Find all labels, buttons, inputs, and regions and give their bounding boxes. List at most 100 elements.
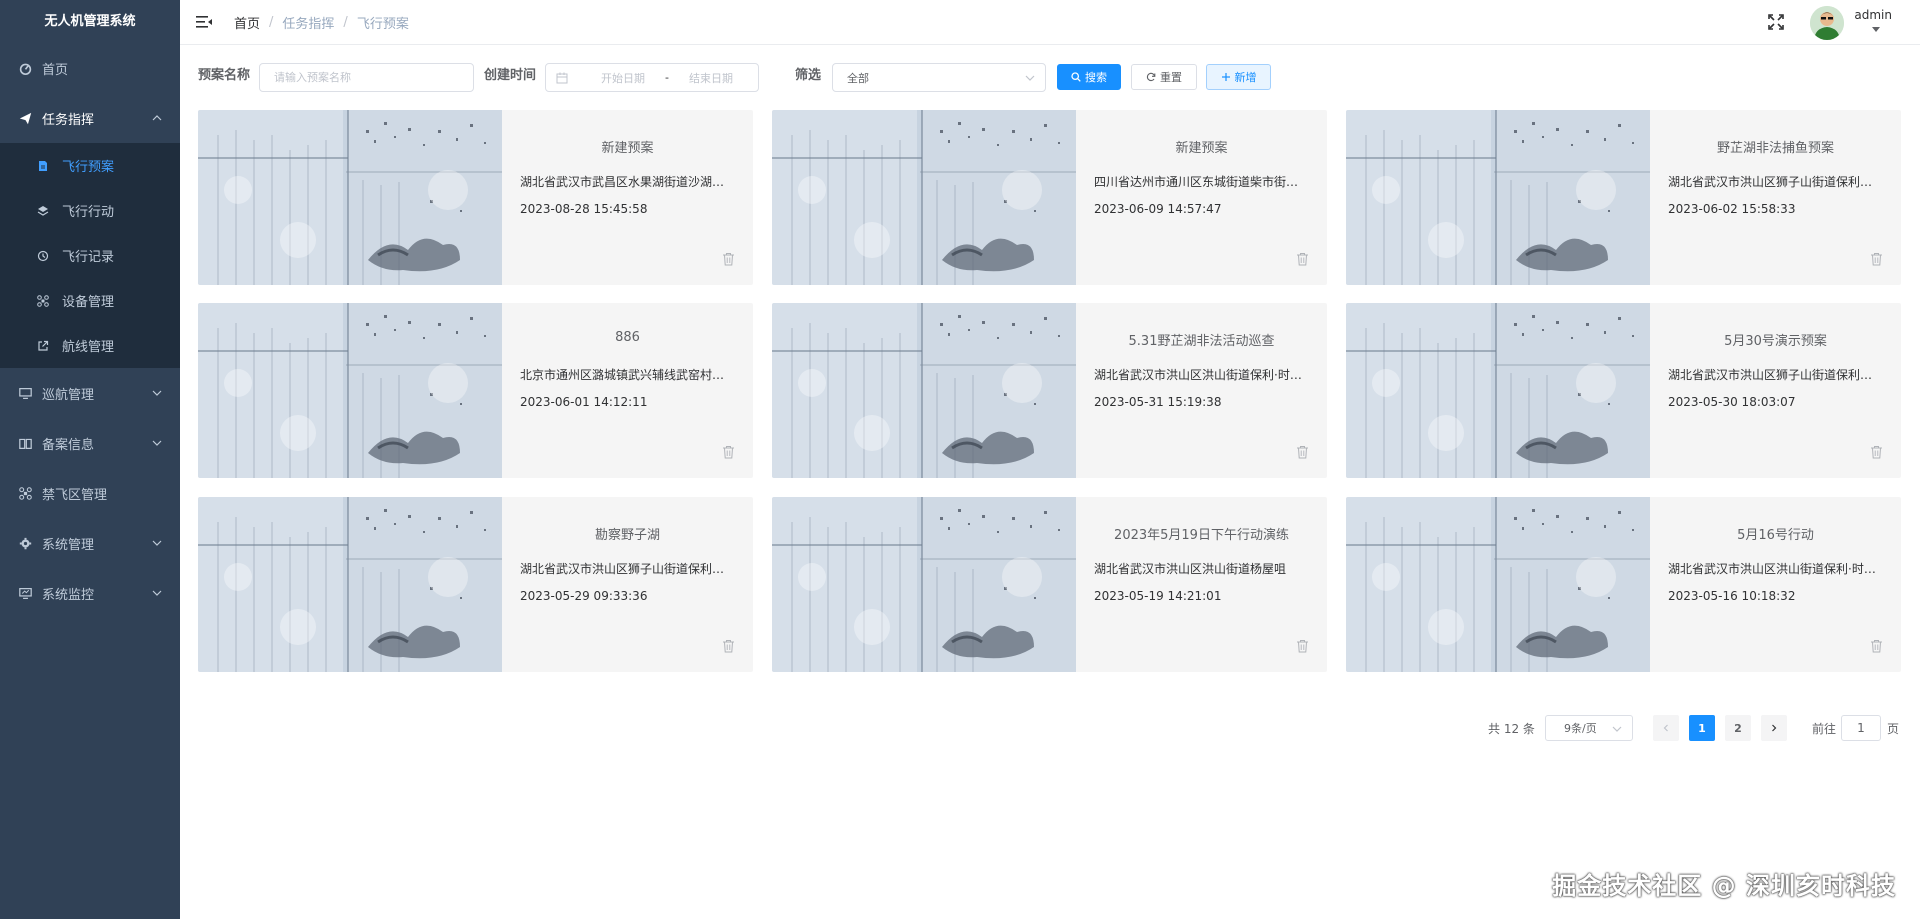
caret-down-icon[interactable]: [1872, 27, 1880, 33]
plan-name-field: [259, 63, 474, 92]
delete-icon[interactable]: [722, 639, 735, 653]
chevron-right-icon: [1772, 724, 1777, 732]
start-date-input[interactable]: 开始日期: [586, 70, 660, 86]
plan-card[interactable]: 野芷湖非法捕鱼预案 湖北省武汉市洪山区狮子山街道保利社区 2023-06-02 15…: [1346, 110, 1901, 285]
plan-card[interactable]: 新建预案 湖北省武汉市武昌区水果湖街道沙湖社区 2023-08-28 15:45:5…: [198, 110, 753, 285]
delete-icon[interactable]: [1296, 445, 1309, 459]
plan-time: 2023-05-30 18:03:07: [1668, 395, 1796, 409]
sidebar-item-home[interactable]: 首页: [0, 43, 180, 93]
sidebar: 无人机管理系统 首页 任务指挥 飞行预案 飞行行动 飞行记录 设备管理 航线管理…: [0, 0, 180, 919]
filter-select[interactable]: 全部: [832, 63, 1046, 92]
sidebar-item-system-management[interactable]: 系统管理: [0, 518, 180, 568]
plan-thumbnail: [772, 497, 1076, 672]
search-button-label: 搜索: [1085, 71, 1107, 84]
plan-thumbnail: [1346, 497, 1650, 672]
breadcrumb: 首页 / 任务指挥 / 飞行预案: [234, 13, 409, 32]
plan-address: 湖北省武汉市武昌区水果湖街道沙湖社区: [520, 175, 735, 189]
delete-icon[interactable]: [722, 445, 735, 459]
plan-time: 2023-05-16 10:18:32: [1668, 589, 1796, 603]
sidebar-item-label: 飞行记录: [62, 250, 115, 265]
plan-name-input[interactable]: [260, 64, 473, 91]
plan-card[interactable]: 新建预案四川省达州市通川区东城街道柴市街社区 2023-06-09 14:57:4…: [772, 110, 1327, 285]
delete-icon[interactable]: [1296, 639, 1309, 653]
sidebar-item-label: 设备管理: [62, 295, 115, 310]
page-suffix: 页: [1887, 721, 1900, 736]
submenu-task-command: 飞行预案 飞行行动 飞行记录 设备管理 航线管理: [0, 143, 180, 368]
dashboard-icon: [18, 61, 32, 75]
sidebar-item-flight-plan[interactable]: 飞行预案: [0, 143, 180, 188]
chevron-down-icon: [152, 590, 162, 596]
delete-icon[interactable]: [1870, 639, 1883, 653]
monitor-icon: [18, 386, 32, 400]
page-button-1[interactable]: 1: [1689, 715, 1715, 741]
jump-page-input[interactable]: 1: [1841, 715, 1881, 741]
filter-label: 筛选: [795, 68, 822, 83]
create-time-label: 创建时间: [484, 68, 537, 83]
chevron-left-icon: [1663, 724, 1668, 732]
date-range-separator: -: [665, 71, 669, 84]
fullscreen-icon[interactable]: [1768, 14, 1784, 30]
plan-thumbnail: [198, 497, 502, 672]
sidebar-item-no-fly-zone[interactable]: 禁飞区管理: [0, 468, 180, 518]
sidebar-item-cruise-management[interactable]: 巡航管理: [0, 368, 180, 418]
refresh-icon: [1146, 72, 1156, 82]
sidebar-item-system-monitor[interactable]: 系统监控: [0, 568, 180, 618]
sidebar-item-label: 禁飞区管理: [42, 487, 108, 503]
date-range-picker[interactable]: 开始日期 - 结束日期: [545, 63, 759, 92]
filter-select-value: 全部: [847, 71, 869, 85]
search-icon: [1071, 72, 1081, 82]
plan-time: 2023-06-01 14:12:11: [520, 395, 648, 409]
plan-address: 北京市通州区潞城镇武兴辅线武窑村委会: [520, 368, 735, 382]
end-date-input[interactable]: 结束日期: [674, 70, 748, 86]
next-page-button[interactable]: [1761, 715, 1787, 741]
topbar: 首页 / 任务指挥 / 飞行预案 admin: [180, 0, 1920, 45]
plan-time: 2023-06-09 14:57:47: [1094, 202, 1222, 216]
sidebar-item-flight-record[interactable]: 飞行记录: [0, 233, 180, 278]
reset-button[interactable]: 重置: [1131, 64, 1197, 90]
sidebar-item-flight-action[interactable]: 飞行行动: [0, 188, 180, 233]
avatar[interactable]: [1810, 6, 1844, 40]
prev-page-button[interactable]: [1653, 715, 1679, 741]
breadcrumb-task-command: 任务指挥: [282, 16, 335, 32]
plan-time: 2023-05-29 09:33:36: [520, 589, 648, 603]
sidebar-item-route-management[interactable]: 航线管理: [0, 323, 180, 368]
sidebar-item-task-command[interactable]: 任务指挥: [0, 93, 180, 143]
delete-icon[interactable]: [1296, 252, 1309, 266]
plan-title: 新建预案: [1175, 141, 1228, 156]
plan-thumbnail: [1346, 110, 1650, 285]
page-button-2[interactable]: 2: [1725, 715, 1751, 741]
drone-icon: [36, 294, 50, 308]
delete-icon[interactable]: [1870, 252, 1883, 266]
chevron-down-icon: [1025, 75, 1035, 81]
sidebar-item-label: 系统监控: [42, 587, 95, 603]
sidebar-item-device-management[interactable]: 设备管理: [0, 278, 180, 323]
plan-card[interactable]: 886 北京市通州区潞城镇武兴辅线武窑村委会 2023-06-01 14:12:11: [198, 303, 753, 478]
add-button[interactable]: 新增: [1206, 64, 1271, 90]
plan-thumbnail: [772, 110, 1076, 285]
chevron-down-icon: [1612, 726, 1622, 732]
username[interactable]: admin: [1854, 8, 1892, 22]
plan-address: 湖北省武汉市洪山区狮子山街道保利社区: [1668, 175, 1883, 189]
external-link-icon: [36, 339, 50, 353]
page-size-value: 9条/页: [1564, 722, 1597, 735]
page-size-select[interactable]: 9条/页: [1545, 715, 1633, 741]
search-button[interactable]: 搜索: [1057, 64, 1121, 90]
delete-icon[interactable]: [1870, 445, 1883, 459]
plan-card[interactable]: 5.31野芷湖非法活动巡查 湖北省武汉市洪山区洪山街道保利·时代社区 2023-05…: [772, 303, 1327, 478]
plan-address: 湖北省武汉市洪山区狮子山街道保利社区: [520, 562, 735, 576]
sidebar-item-label: 备案信息: [42, 437, 95, 453]
plan-card[interactable]: 勘察野子湖 湖北省武汉市洪山区狮子山街道保利社区 2023-05-29 09:33:…: [198, 497, 753, 672]
plan-card[interactable]: 2023年5月19日下午行动演练 湖北省武汉市洪山区洪山街道杨屋咀 2023-05-…: [772, 497, 1327, 672]
plan-address: 湖北省武汉市洪山区洪山街道保利·时代社区: [1094, 368, 1309, 382]
plan-card[interactable]: 5月16号行动 湖北省武汉市洪山区洪山街道保利·时代社区 2023-05-16 10…: [1346, 497, 1901, 672]
plan-time: 2023-08-28 15:45:58: [520, 202, 648, 216]
menu-fold-icon[interactable]: [196, 15, 212, 29]
breadcrumb-home[interactable]: 首页: [234, 13, 260, 32]
layers-icon: [36, 204, 50, 218]
chevron-up-icon: [152, 115, 162, 121]
plan-card[interactable]: 5月30号演示预案 湖北省武汉市洪山区狮子山街道保利社区 2023-05-30 18…: [1346, 303, 1901, 478]
plan-address: 四川省达州市通川区东城街道柴市街社区: [1094, 175, 1309, 189]
sidebar-item-label: 飞行预案: [62, 160, 115, 175]
sidebar-item-filing-info[interactable]: 备案信息: [0, 418, 180, 468]
delete-icon[interactable]: [722, 252, 735, 266]
